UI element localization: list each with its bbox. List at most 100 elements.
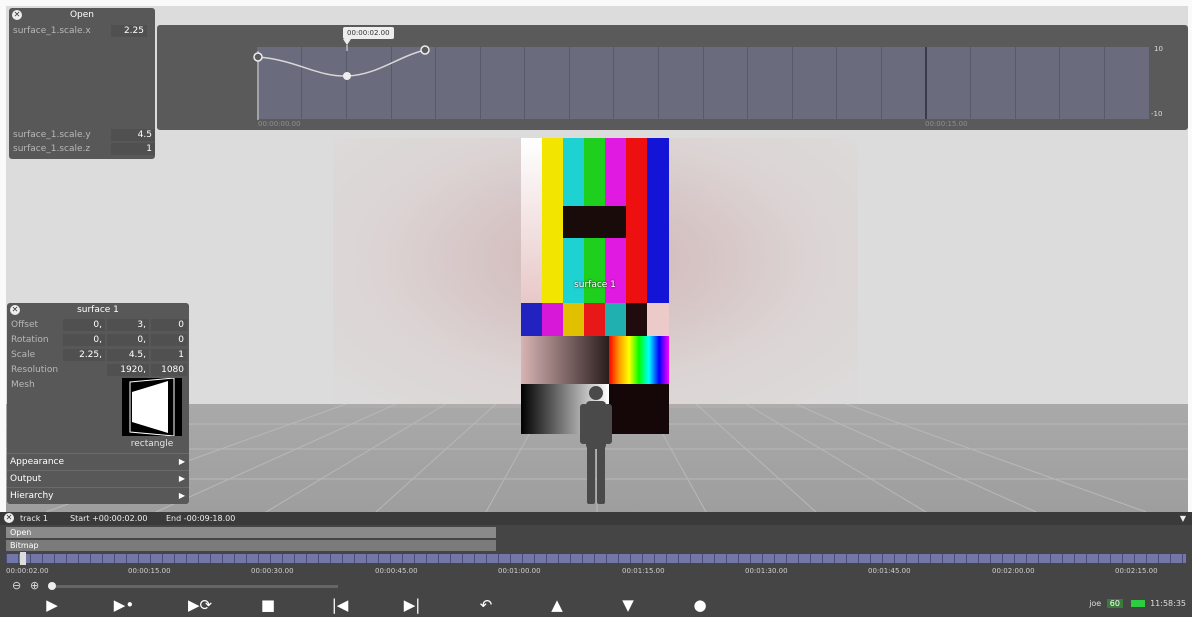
play-button[interactable]: ▶ bbox=[38, 596, 66, 614]
dropdown-arrow-icon[interactable]: ▼ bbox=[1180, 512, 1186, 525]
resolution-width-field[interactable]: 1920, bbox=[107, 364, 149, 376]
ruler-tick bbox=[498, 554, 499, 563]
curve-editor[interactable]: 00:00:00.00 00:00:15.00 10 -10 bbox=[157, 25, 1188, 130]
keyframe-handle[interactable] bbox=[420, 45, 430, 55]
keyframe-handle[interactable] bbox=[343, 72, 351, 80]
playhead-marker[interactable] bbox=[343, 39, 351, 45]
track-name: track 1 bbox=[20, 514, 48, 523]
battery-icon bbox=[1130, 600, 1145, 607]
ruler-tick bbox=[1014, 554, 1015, 563]
ruler-tick bbox=[342, 554, 343, 563]
ruler-tick bbox=[450, 554, 451, 563]
ruler-tick bbox=[114, 554, 115, 563]
up-button[interactable]: ▲ bbox=[543, 596, 571, 614]
down-button[interactable]: ▼ bbox=[614, 596, 642, 614]
section-output[interactable]: Output ▶ bbox=[7, 470, 189, 486]
ruler-tick bbox=[30, 554, 31, 563]
record-button[interactable]: ● bbox=[686, 596, 714, 614]
ruler-tick bbox=[774, 554, 775, 563]
skip-end-button[interactable]: ▶| bbox=[398, 596, 426, 614]
clip-label: Bitmap bbox=[10, 541, 39, 550]
close-icon[interactable]: ✕ bbox=[10, 305, 20, 315]
property-row: surface_1.scale.y 4.5 bbox=[13, 129, 155, 142]
property-value-field[interactable]: 2.25 bbox=[111, 25, 147, 37]
resolution-height-field[interactable]: 1080 bbox=[151, 364, 187, 376]
close-icon[interactable]: ✕ bbox=[4, 513, 14, 523]
mesh-preview[interactable] bbox=[122, 377, 182, 437]
section-appearance[interactable]: Appearance ▶ bbox=[7, 453, 189, 469]
ruler-tick bbox=[294, 554, 295, 563]
ruler-tick bbox=[1170, 554, 1171, 563]
panel-title: surface 1 bbox=[77, 305, 119, 315]
rotation-z-field[interactable]: 0 bbox=[151, 334, 187, 346]
chevron-right-icon: ▶ bbox=[178, 457, 185, 466]
scale-z-field[interactable]: 1 bbox=[151, 349, 187, 361]
play-slow-button[interactable]: ▶• bbox=[110, 596, 138, 614]
ruler-tick bbox=[42, 554, 43, 563]
rotation-row: Rotation 0, 0, 0 bbox=[11, 334, 187, 347]
zoom-in-icon[interactable]: ⊕ bbox=[30, 579, 39, 592]
property-value-field[interactable]: 1 bbox=[111, 143, 155, 155]
clip-open[interactable]: Open bbox=[6, 527, 496, 538]
color-bar-lower bbox=[542, 303, 563, 336]
ruler-tick bbox=[438, 554, 439, 563]
offset-z-field[interactable]: 0 bbox=[151, 319, 187, 331]
skip-start-button[interactable]: |◀ bbox=[326, 596, 354, 614]
ruler-tick bbox=[174, 554, 175, 563]
offset-y-field[interactable]: 3, bbox=[107, 319, 149, 331]
ruler-tick bbox=[198, 554, 199, 563]
ruler-playhead[interactable] bbox=[20, 552, 26, 565]
timeline-panel: ✕ track 1 Start +00:00:02.00 End -00:09:… bbox=[0, 512, 1192, 617]
close-icon[interactable]: ✕ bbox=[12, 10, 22, 20]
ruler-tick bbox=[1026, 554, 1027, 563]
person-silhouette bbox=[580, 386, 612, 504]
track-end: End -00:09:18.00 bbox=[166, 514, 236, 523]
rotation-x-field[interactable]: 0, bbox=[63, 334, 105, 346]
color-bar bbox=[647, 138, 669, 303]
undo-button[interactable]: ↶ bbox=[472, 596, 500, 614]
ruler-tick bbox=[834, 554, 835, 563]
ruler-tick bbox=[186, 554, 187, 563]
rotation-y-field[interactable]: 0, bbox=[107, 334, 149, 346]
ruler-tick bbox=[282, 554, 283, 563]
ruler-tick bbox=[930, 554, 931, 563]
ruler-tick bbox=[126, 554, 127, 563]
ruler-tick bbox=[390, 554, 391, 563]
ruler-tick bbox=[246, 554, 247, 563]
section-label: Appearance bbox=[10, 457, 65, 467]
resolution-row: Resolution 1920, 1080 bbox=[11, 364, 187, 377]
track-start: Start +00:00:02.00 bbox=[70, 514, 148, 523]
ruler-tick bbox=[1146, 554, 1147, 563]
stop-button[interactable]: ■ bbox=[254, 596, 282, 614]
time-ruler[interactable] bbox=[6, 552, 1186, 565]
ruler-tick bbox=[414, 554, 415, 563]
loop-button[interactable]: ▶⟳ bbox=[183, 596, 217, 614]
ruler-tick bbox=[510, 554, 511, 563]
ruler-tick bbox=[486, 554, 487, 563]
ruler-time: 00:00:45.00 bbox=[375, 567, 418, 575]
section-hierarchy[interactable]: Hierarchy ▶ bbox=[7, 487, 189, 503]
property-value-field[interactable]: 4.5 bbox=[111, 129, 155, 141]
ruler-tick bbox=[318, 554, 319, 563]
zoom-slider[interactable] bbox=[48, 582, 338, 590]
mesh-shape-icon bbox=[129, 377, 175, 437]
scale-y-field[interactable]: 4.5, bbox=[107, 349, 149, 361]
offset-x-field[interactable]: 0, bbox=[63, 319, 105, 331]
ruler-tick bbox=[162, 554, 163, 563]
ruler-tick bbox=[90, 554, 91, 563]
property-label: surface_1.scale.x bbox=[13, 26, 91, 36]
keyframe-handle[interactable] bbox=[253, 52, 263, 62]
ruler-tick bbox=[606, 554, 607, 563]
ruler-tick bbox=[702, 554, 703, 563]
ruler-tick bbox=[138, 554, 139, 563]
fps-badge: 60 bbox=[1106, 599, 1123, 608]
zoom-slider-knob[interactable] bbox=[48, 582, 56, 590]
ruler-tick bbox=[894, 554, 895, 563]
ruler-tick bbox=[1134, 554, 1135, 563]
clip-label: Open bbox=[10, 528, 32, 537]
clip-bitmap[interactable]: Bitmap bbox=[6, 540, 496, 551]
ruler-tick bbox=[66, 554, 67, 563]
ruler-tick bbox=[714, 554, 715, 563]
zoom-out-icon[interactable]: ⊖ bbox=[12, 579, 21, 592]
scale-x-field[interactable]: 2.25, bbox=[63, 349, 105, 361]
